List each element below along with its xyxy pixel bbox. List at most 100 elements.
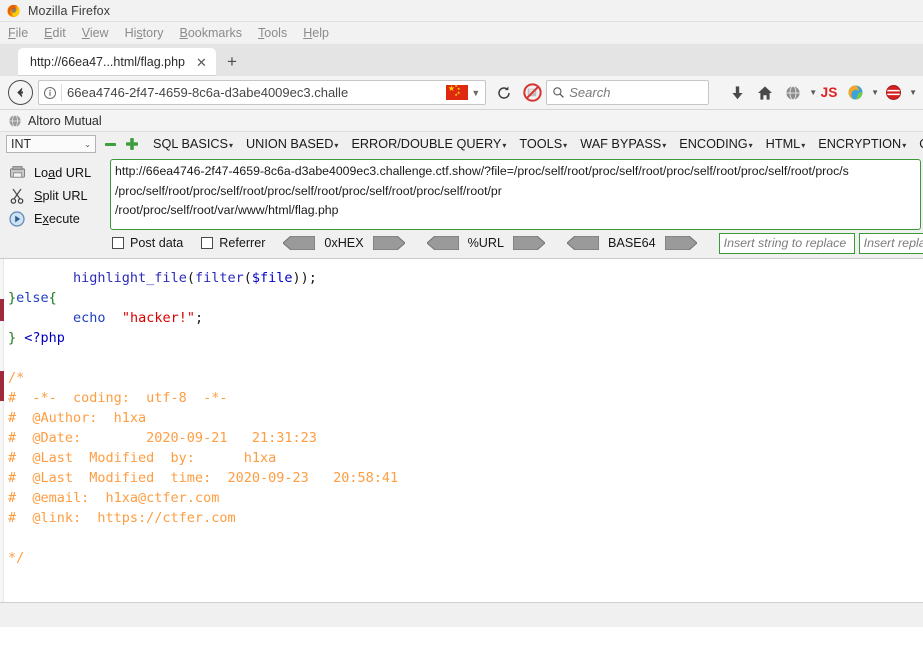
reload-button[interactable] bbox=[490, 79, 518, 107]
base64-label: BASE64 bbox=[608, 236, 656, 250]
back-button[interactable] bbox=[6, 79, 34, 107]
execute-play-icon bbox=[6, 209, 28, 229]
menu-tools[interactable]: TOOLS▾ bbox=[519, 137, 567, 151]
hex-encode-button[interactable] bbox=[372, 235, 406, 251]
code-token: # @Author: h1xa bbox=[8, 409, 147, 426]
url-bar[interactable]: 66ea4746-2f47-4659-8c6a-d3abe4009ec3.cha… bbox=[38, 80, 487, 105]
chevron-down-icon: ▾ bbox=[228, 141, 233, 150]
search-input[interactable]: Search bbox=[569, 85, 610, 100]
code-token: echo bbox=[73, 309, 106, 326]
replace-with-placeholder: Insert replacing string bbox=[863, 236, 923, 250]
chevron-down-icon[interactable]: ▼ bbox=[471, 88, 485, 98]
code-token: ; bbox=[194, 309, 204, 326]
chevron-down-icon: ▾ bbox=[662, 141, 667, 150]
hackbar-options-row: Post data Referrer 0xHEX %URL BASE64 Ins… bbox=[0, 230, 923, 256]
hackbar-action-buttons: Load URL Split URL Execute bbox=[2, 159, 110, 230]
new-tab-button[interactable]: + bbox=[219, 48, 245, 76]
add-button[interactable] bbox=[124, 136, 140, 152]
china-flag-icon[interactable]: ★ ★ ★ ★ ★ bbox=[446, 84, 469, 100]
menu-encoding[interactable]: ENCODING▾ bbox=[679, 137, 752, 151]
download-arrow-icon bbox=[732, 85, 743, 99]
menu-sql-basics[interactable]: SQL BASICS▾ bbox=[153, 137, 233, 151]
menu-edit[interactable]: Edit bbox=[44, 26, 66, 40]
code-token: $file bbox=[251, 269, 293, 286]
code-token: } bbox=[8, 329, 17, 346]
url-encode-button[interactable] bbox=[512, 235, 546, 251]
extension-swirl-button[interactable] bbox=[841, 79, 869, 107]
hackbar-extension-button[interactable] bbox=[879, 79, 907, 107]
url-text[interactable]: 66ea4746-2f47-4659-8c6a-d3abe4009ec3.cha… bbox=[62, 85, 446, 100]
menu-history[interactable]: History bbox=[125, 26, 164, 40]
menu-help[interactable]: Help bbox=[303, 26, 329, 40]
replace-find-input[interactable]: Insert string to replace bbox=[718, 232, 855, 254]
home-button[interactable] bbox=[751, 79, 779, 107]
menu-label: HTML bbox=[765, 137, 801, 151]
menu-bookmarks[interactable]: Bookmarks bbox=[180, 26, 243, 40]
menu-encryption[interactable]: ENCRYPTION▾ bbox=[818, 137, 906, 151]
type-select[interactable]: INT ⌄ bbox=[6, 135, 96, 153]
load-url-button[interactable]: Load URL bbox=[2, 161, 110, 184]
tab-title: http://66ea47...html/flag.php bbox=[30, 55, 185, 69]
menu-file[interactable]: File bbox=[8, 26, 28, 40]
downloads-button[interactable] bbox=[723, 79, 751, 107]
chevron-down-icon[interactable]: ▼ bbox=[871, 88, 879, 97]
menu-error-double-query[interactable]: ERROR/DOUBLE QUERY▾ bbox=[351, 137, 506, 151]
menu-tools[interactable]: Tools bbox=[258, 26, 287, 40]
chevron-down-icon: ▾ bbox=[748, 141, 753, 150]
navigation-toolbar: 66ea4746-2f47-4659-8c6a-d3abe4009ec3.cha… bbox=[0, 76, 923, 110]
referrer-checkbox[interactable]: Referrer bbox=[201, 236, 265, 250]
remove-button[interactable] bbox=[102, 136, 118, 152]
menu-other[interactable]: OTHER▾ bbox=[919, 137, 923, 151]
hex-decode-button[interactable] bbox=[282, 235, 316, 251]
close-icon[interactable]: ✕ bbox=[194, 55, 209, 70]
menu-union-based[interactable]: UNION BASED▾ bbox=[246, 137, 338, 151]
url-textarea-line-2: /proc/self/root/proc/self/root/proc/self… bbox=[115, 183, 502, 198]
load-url-icon bbox=[6, 163, 28, 183]
hex-encode-group: 0xHEX bbox=[282, 235, 406, 251]
extension-globe-button[interactable] bbox=[779, 79, 807, 107]
split-url-button[interactable]: Split URL bbox=[2, 184, 110, 207]
reload-icon bbox=[498, 86, 510, 99]
chevron-down-icon[interactable]: ▼ bbox=[909, 88, 917, 97]
code-token: filter bbox=[194, 269, 244, 286]
menu-label: ENCRYPTION bbox=[818, 137, 902, 151]
menu-view[interactable]: View bbox=[82, 26, 109, 40]
bookmark-label: Altoro Mutual bbox=[28, 113, 102, 128]
execute-button[interactable]: Execute bbox=[2, 207, 110, 230]
chevron-down-icon[interactable]: ▼ bbox=[809, 88, 817, 97]
base64-encode-button[interactable] bbox=[664, 235, 698, 251]
menu-html[interactable]: HTML▾ bbox=[766, 137, 806, 151]
search-bar[interactable]: Search bbox=[546, 80, 710, 105]
code-token: # @Last Modified time: 2020-09-23 20:58:… bbox=[8, 469, 399, 486]
code-token: { bbox=[48, 289, 57, 306]
hackbar-panel: INT ⌄ SQL BASICS▾ UNION BASED▾ ERROR/DOU… bbox=[0, 132, 923, 259]
menu-label: ENCODING bbox=[679, 137, 748, 151]
red-hackbar-extension-icon bbox=[885, 85, 901, 100]
js-toggle-button[interactable]: JS bbox=[817, 79, 841, 107]
hackbar-menu-row: INT ⌄ SQL BASICS▾ UNION BASED▾ ERROR/DOU… bbox=[0, 132, 923, 156]
execute-label: Execute bbox=[34, 211, 80, 226]
checkbox-box bbox=[112, 237, 124, 249]
code-token: )); bbox=[292, 269, 317, 286]
code-token: # @Date: 2020-09-21 21:31:23 bbox=[8, 429, 317, 446]
load-url-label: Load URL bbox=[34, 165, 92, 180]
base64-decode-button[interactable] bbox=[566, 235, 600, 251]
bookmark-altoro-mutual[interactable]: Altoro Mutual bbox=[8, 114, 102, 128]
url-textarea[interactable]: http://66ea4746-2f47-4659-8c6a-d3abe4009… bbox=[110, 159, 921, 230]
code-token: highlight_file bbox=[73, 269, 187, 286]
page-info-icon[interactable] bbox=[39, 86, 61, 100]
menu-label: ERROR/DOUBLE QUERY bbox=[351, 137, 502, 151]
home-icon bbox=[758, 85, 773, 100]
url-encode-group: %URL bbox=[425, 235, 546, 251]
chevron-down-icon: ⌄ bbox=[84, 139, 91, 149]
firefox-logo-icon bbox=[7, 4, 20, 18]
tab-flag-php[interactable]: http://66ea47...html/flag.php ✕ bbox=[18, 48, 216, 76]
url-decode-button[interactable] bbox=[425, 235, 460, 251]
replace-find-placeholder: Insert string to replace bbox=[723, 236, 847, 250]
replace-with-input[interactable]: Insert replacing string bbox=[858, 232, 923, 254]
post-data-checkbox[interactable]: Post data bbox=[112, 236, 183, 250]
menu-waf-bypass[interactable]: WAF BYPASS▾ bbox=[580, 137, 666, 151]
noscript-button[interactable] bbox=[518, 79, 546, 107]
